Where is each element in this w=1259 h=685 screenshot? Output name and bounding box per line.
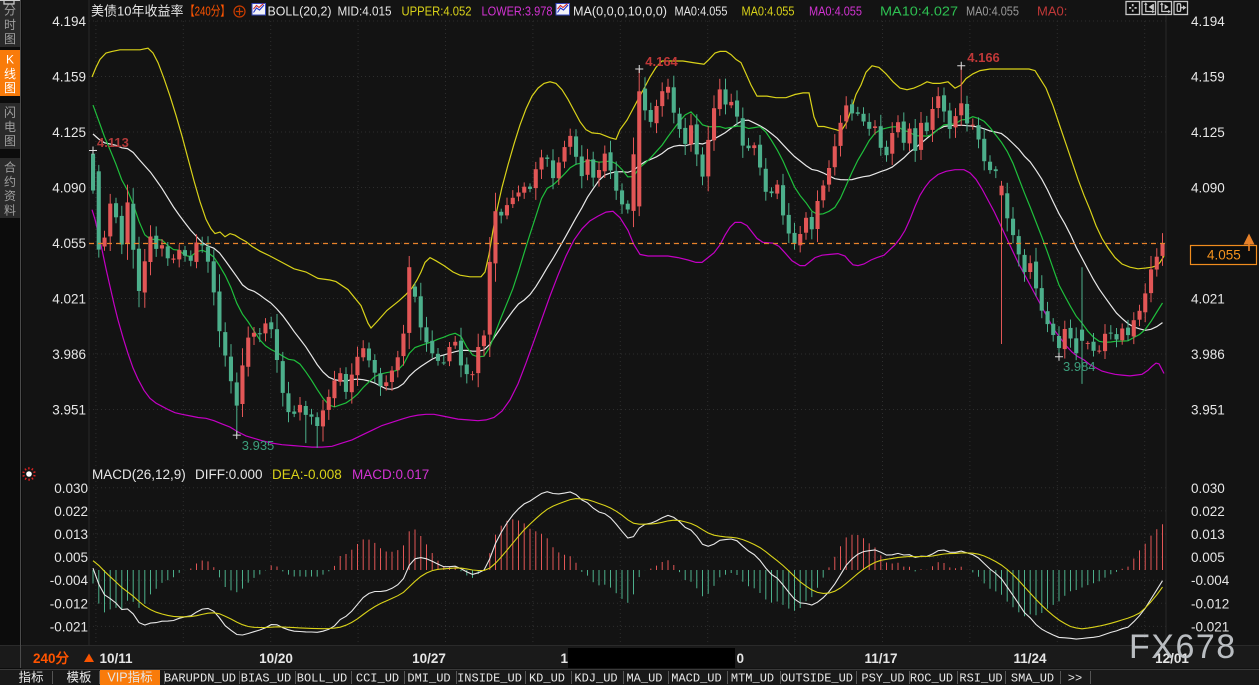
svg-text:BARUPDN_UD: BARUPDN_UD (164, 672, 236, 685)
svg-text:闪: 闪 (4, 106, 16, 120)
svg-text:4.159: 4.159 (1191, 70, 1225, 85)
svg-text:电: 电 (4, 120, 16, 134)
svg-text:11/17: 11/17 (864, 651, 897, 666)
svg-text:时: 时 (4, 18, 16, 32)
svg-text:3.951: 3.951 (1191, 403, 1225, 418)
svg-text:VIP指标: VIP指标 (107, 670, 152, 685)
svg-text:4.055: 4.055 (52, 236, 86, 251)
svg-text:OUTSIDE_UD: OUTSIDE_UD (781, 672, 853, 685)
svg-text:11/24: 11/24 (1013, 651, 1047, 666)
svg-text:DIFF:0.000: DIFF:0.000 (195, 467, 263, 482)
svg-text:ROC_UD: ROC_UD (910, 672, 953, 685)
svg-text:MA_UD: MA_UD (626, 672, 662, 685)
svg-text:PSY_UD: PSY_UD (861, 672, 904, 685)
svg-text:图: 图 (4, 134, 16, 148)
svg-text:0.005: 0.005 (54, 550, 88, 565)
svg-text:-0.021: -0.021 (50, 619, 88, 634)
svg-text:K: K (6, 53, 14, 67)
svg-text:240分: 240分 (33, 651, 70, 666)
svg-text:DMI_UD: DMI_UD (407, 672, 450, 685)
svg-text:【240分】: 【240分】 (185, 4, 230, 19)
svg-text:-0.004: -0.004 (50, 573, 89, 588)
svg-text:4.159: 4.159 (52, 70, 86, 85)
svg-text:MA0:: MA0: (1037, 4, 1067, 19)
svg-text:4.164: 4.164 (645, 54, 678, 69)
svg-text:SMA_UD: SMA_UD (1011, 672, 1054, 685)
svg-text:4.125: 4.125 (52, 125, 86, 140)
svg-text:1: 1 (560, 651, 568, 666)
svg-text:4.166: 4.166 (967, 50, 1000, 65)
svg-text:美债10年收益率: 美债10年收益率 (91, 4, 183, 19)
svg-text:3.986: 3.986 (52, 347, 86, 362)
svg-text:MA0:4.055: MA0:4.055 (809, 4, 862, 19)
svg-text:分: 分 (4, 4, 16, 18)
svg-text:约: 约 (4, 174, 16, 189)
svg-text:0.005: 0.005 (1191, 550, 1225, 565)
svg-text:INSIDE_UD: INSIDE_UD (457, 672, 522, 685)
svg-text:模板: 模板 (66, 671, 92, 685)
svg-text:MA10:4.027: MA10:4.027 (880, 4, 958, 19)
svg-text:3.951: 3.951 (52, 403, 86, 418)
svg-text:图: 图 (4, 32, 16, 46)
svg-text:MA0:4.055: MA0:4.055 (742, 4, 795, 19)
svg-text:MACD_UD: MACD_UD (671, 672, 721, 685)
svg-text:MID:4.015: MID:4.015 (338, 4, 392, 19)
svg-text:0.013: 0.013 (54, 527, 88, 542)
svg-text:MA0:4.055: MA0:4.055 (675, 4, 728, 19)
svg-text:4.194: 4.194 (1191, 14, 1225, 29)
svg-text:料: 料 (4, 203, 16, 217)
svg-text:MA(0,0,0,10,0,0): MA(0,0,0,10,0,0) (573, 4, 667, 19)
svg-text:资: 资 (4, 189, 16, 203)
svg-text:-0.004: -0.004 (1191, 573, 1230, 588)
svg-text:3.986: 3.986 (1191, 347, 1225, 362)
svg-text:FX678: FX678 (1129, 628, 1237, 666)
svg-text:4.021: 4.021 (1191, 292, 1225, 307)
svg-text:BOLL(20,2): BOLL(20,2) (268, 4, 332, 19)
svg-text:3.984: 3.984 (1063, 359, 1096, 374)
svg-text:MA0:4.055: MA0:4.055 (966, 4, 1019, 19)
svg-text:4.194: 4.194 (52, 14, 86, 29)
svg-text:4.125: 4.125 (1191, 125, 1225, 140)
svg-text:DEA:-0.008: DEA:-0.008 (272, 467, 342, 482)
svg-text:-0.012: -0.012 (1191, 596, 1229, 611)
svg-text:0.030: 0.030 (54, 481, 88, 496)
svg-text:3.935: 3.935 (242, 438, 275, 453)
svg-text:KDJ_UD: KDJ_UD (574, 672, 617, 685)
svg-text:0: 0 (737, 651, 745, 666)
svg-text:CCI_UD: CCI_UD (356, 672, 399, 685)
svg-text:10/27: 10/27 (412, 651, 446, 666)
svg-text:0.022: 0.022 (54, 504, 88, 519)
svg-text:合: 合 (4, 160, 16, 175)
svg-text:0.013: 0.013 (1191, 527, 1225, 542)
svg-text:0.030: 0.030 (1191, 481, 1225, 496)
svg-text:BOLL_UD: BOLL_UD (297, 672, 347, 685)
svg-text:10/20: 10/20 (259, 651, 293, 666)
svg-text:10/11: 10/11 (99, 651, 133, 666)
svg-text:>>: >> (1068, 672, 1082, 685)
svg-text:MTM_UD: MTM_UD (731, 672, 774, 685)
svg-text:线: 线 (4, 67, 16, 81)
svg-text:LOWER:3.978: LOWER:3.978 (482, 4, 553, 19)
svg-text:-0.012: -0.012 (50, 596, 88, 611)
svg-text:0.022: 0.022 (1191, 504, 1225, 519)
svg-text:4.021: 4.021 (52, 292, 86, 307)
svg-text:RSI_UD: RSI_UD (959, 672, 1002, 685)
svg-text:UPPER:4.052: UPPER:4.052 (402, 4, 472, 19)
svg-text:4.113: 4.113 (97, 135, 129, 150)
svg-text:图: 图 (4, 81, 16, 95)
svg-text:BIAS_UD: BIAS_UD (241, 672, 291, 685)
svg-text:KD_UD: KD_UD (529, 672, 565, 685)
svg-text:4.055: 4.055 (1207, 248, 1241, 263)
svg-text:MACD(26,12,9): MACD(26,12,9) (92, 467, 186, 482)
svg-text:指标: 指标 (18, 670, 43, 685)
svg-text:4.090: 4.090 (1191, 181, 1225, 196)
svg-text:MACD:0.017: MACD:0.017 (352, 467, 429, 482)
svg-text:4.090: 4.090 (52, 181, 86, 196)
